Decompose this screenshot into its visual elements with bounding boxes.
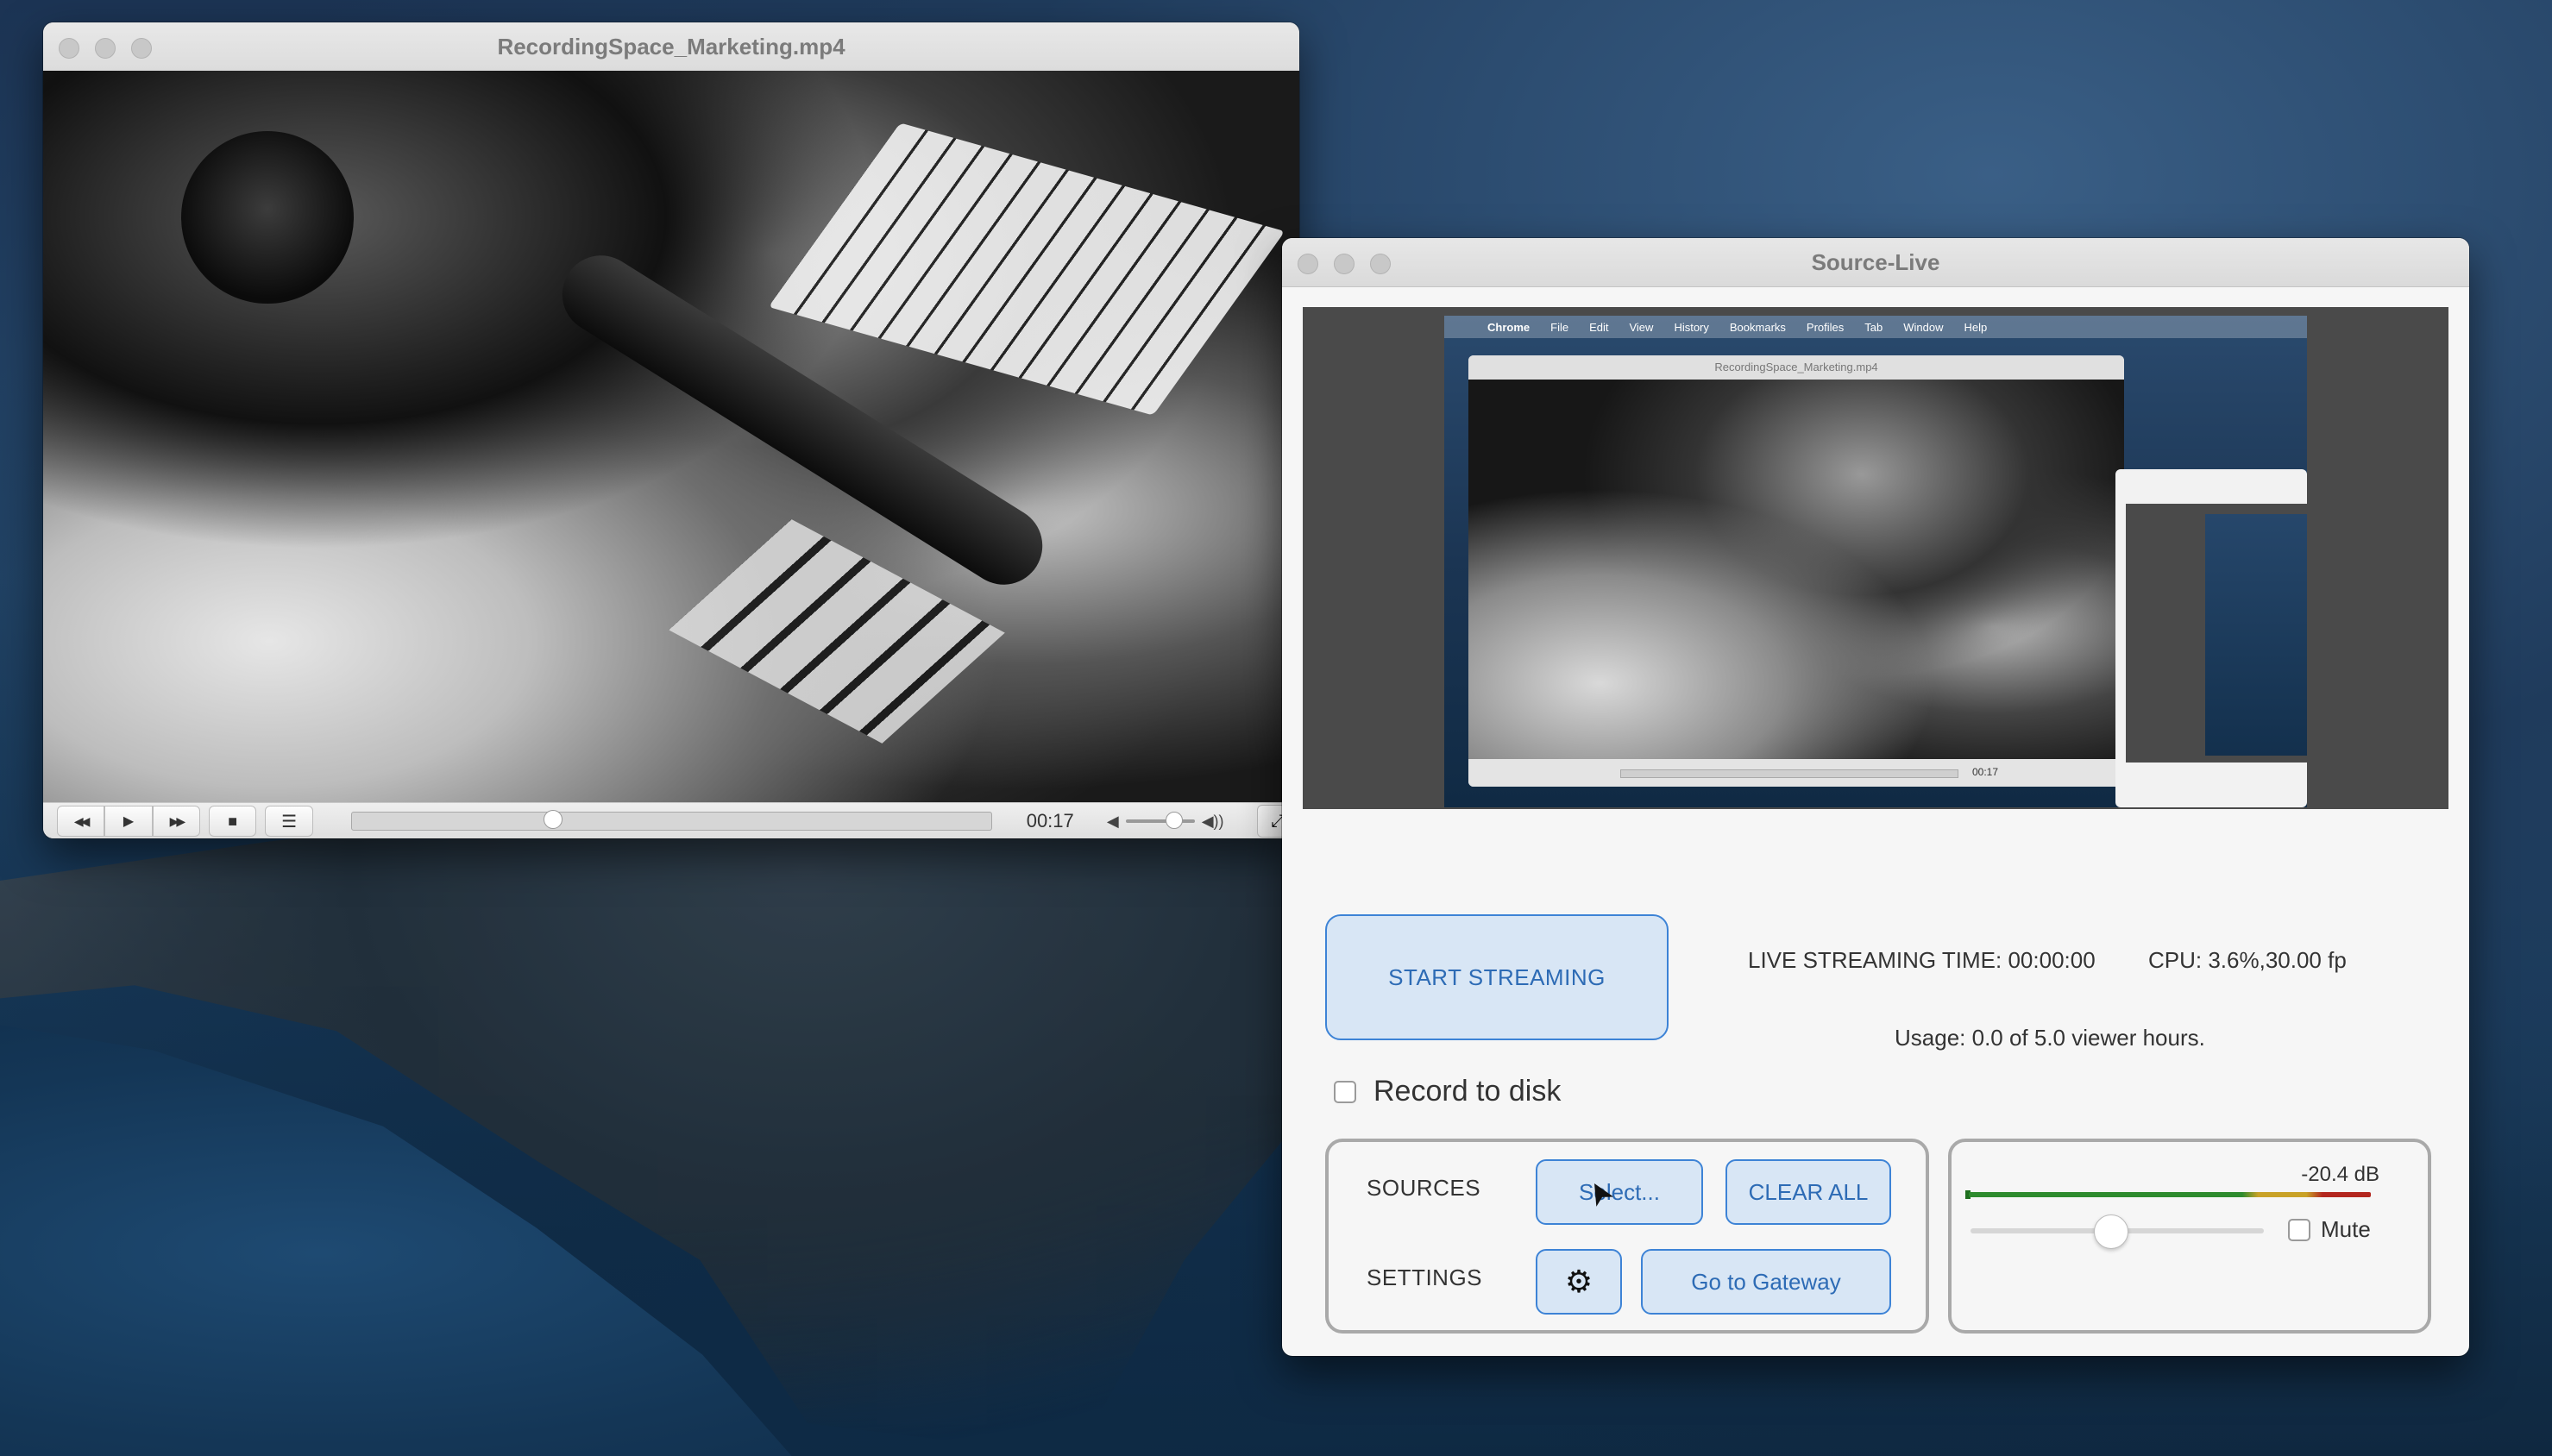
stream-preview: Chrome File Edit View History Bookmarks … (1303, 307, 2448, 809)
play-icon: ▶ (123, 814, 135, 829)
stop-icon: ■ (228, 812, 238, 830)
rewind-icon: ◀◀ (73, 813, 90, 828)
preview-menu-item: Window (1903, 320, 1944, 334)
volume-control: ◀ ◀)) (1107, 812, 1224, 831)
preview-vlc-window: RecordingSpace_Marketing.mp4 00:17 (1468, 355, 2124, 787)
playback-time: 00:17 (1026, 810, 1074, 832)
source-live-title: Source-Live (1811, 249, 1940, 275)
preview-video-frame (1468, 380, 2124, 759)
stop-button[interactable]: ■ (209, 806, 257, 837)
speaker-max-icon[interactable]: ◀)) (1202, 813, 1224, 831)
clear-all-button[interactable]: CLEAR ALL (1725, 1159, 1891, 1225)
preview-menu-item: Bookmarks (1729, 320, 1786, 334)
seek-knob[interactable] (544, 810, 563, 829)
audio-level-meter (1969, 1192, 2371, 1197)
preview-menu-item: Help (1964, 320, 1988, 334)
preview-menu-item: Chrome (1487, 320, 1531, 334)
mute-checkbox[interactable] (2288, 1218, 2310, 1241)
vlc-window: RecordingSpace_Marketing.mp4 ◀◀ ▶ ▶▶ ■ ☰… (43, 22, 1299, 838)
playlist-icon: ☰ (281, 812, 298, 832)
preview-menu-item: Tab (1864, 320, 1883, 334)
mute-label: Mute (2321, 1216, 2371, 1242)
preview-menu-item: File (1550, 320, 1569, 334)
speaker-mute-icon[interactable]: ◀ (1107, 813, 1119, 831)
gear-icon: ⚙ (1564, 1264, 1593, 1299)
audio-panel: -20.4 dB Mute (1948, 1139, 2431, 1334)
usage-status: Usage: 0.0 of 5.0 viewer hours. (1895, 1025, 2205, 1051)
source-live-titlebar[interactable]: Source-Live (1282, 238, 2469, 287)
seek-bar[interactable] (350, 810, 992, 831)
cpu-status: CPU: 3.6%,30.00 fp (2148, 947, 2347, 973)
sources-label: SOURCES (1367, 1175, 1481, 1201)
preview-source-live-window (2115, 469, 2307, 807)
mute-option[interactable]: Mute (2288, 1216, 2371, 1243)
forward-button[interactable]: ▶▶ (152, 806, 201, 837)
forward-icon: ▶▶ (169, 813, 185, 828)
preview-menu-item: View (1629, 320, 1654, 334)
vlc-titlebar[interactable]: RecordingSpace_Marketing.mp4 (43, 22, 1299, 72)
source-live-window: Source-Live Chrome File Edit View Histor… (1282, 238, 2469, 1356)
preview-menu-item: Profiles (1806, 320, 1845, 334)
vlc-window-title: RecordingSpace_Marketing.mp4 (497, 34, 845, 60)
preview-seek-bar (1620, 769, 1958, 778)
sources-settings-panel: SOURCES Select... CLEAR ALL SETTINGS ⚙ G… (1325, 1139, 1929, 1334)
audio-level-readout: -20.4 dB (2301, 1163, 2379, 1186)
keyboard-shape (768, 122, 1285, 416)
go-to-gateway-button[interactable]: Go to Gateway (1641, 1249, 1891, 1315)
volume-slider[interactable] (1125, 812, 1195, 829)
settings-label: SETTINGS (1367, 1265, 1483, 1290)
record-to-disk-option[interactable]: Record to disk (1334, 1075, 1561, 1108)
preview-menu-item: History (1674, 320, 1709, 334)
vlc-controls: ◀◀ ▶ ▶▶ ■ ☰ 00:17 ◀ ◀)) ⤢ (43, 802, 1299, 838)
live-streaming-time: LIVE STREAMING TIME: 00:00:00 (1748, 947, 2096, 973)
playlist-button[interactable]: ☰ (265, 806, 313, 837)
preview-vlc-title: RecordingSpace_Marketing.mp4 (1468, 355, 2124, 380)
record-label: Record to disk (1373, 1075, 1562, 1108)
preview-time: 00:17 (1972, 766, 1999, 778)
preview-recursive-frame (2126, 504, 2307, 763)
rewind-button[interactable]: ◀◀ (57, 806, 105, 837)
volume-knob[interactable] (1165, 812, 1183, 829)
audio-volume-slider[interactable] (1971, 1214, 2264, 1249)
record-checkbox[interactable] (1334, 1080, 1356, 1103)
play-button[interactable]: ▶ (104, 806, 153, 837)
video-frame[interactable] (43, 71, 1299, 802)
headphones-shape (181, 131, 354, 304)
preview-vlc-controls: 00:17 (1468, 759, 2124, 787)
settings-button[interactable]: ⚙ (1536, 1249, 1622, 1315)
preview-menubar: Chrome File Edit View History Bookmarks … (1444, 316, 2307, 338)
audio-volume-knob[interactable] (2094, 1214, 2129, 1249)
preview-menu-item: Edit (1589, 320, 1609, 334)
select-sources-button[interactable]: Select... (1536, 1159, 1703, 1225)
start-streaming-button[interactable]: START STREAMING (1325, 914, 1669, 1040)
preview-desktop: Chrome File Edit View History Bookmarks … (1444, 316, 2307, 807)
